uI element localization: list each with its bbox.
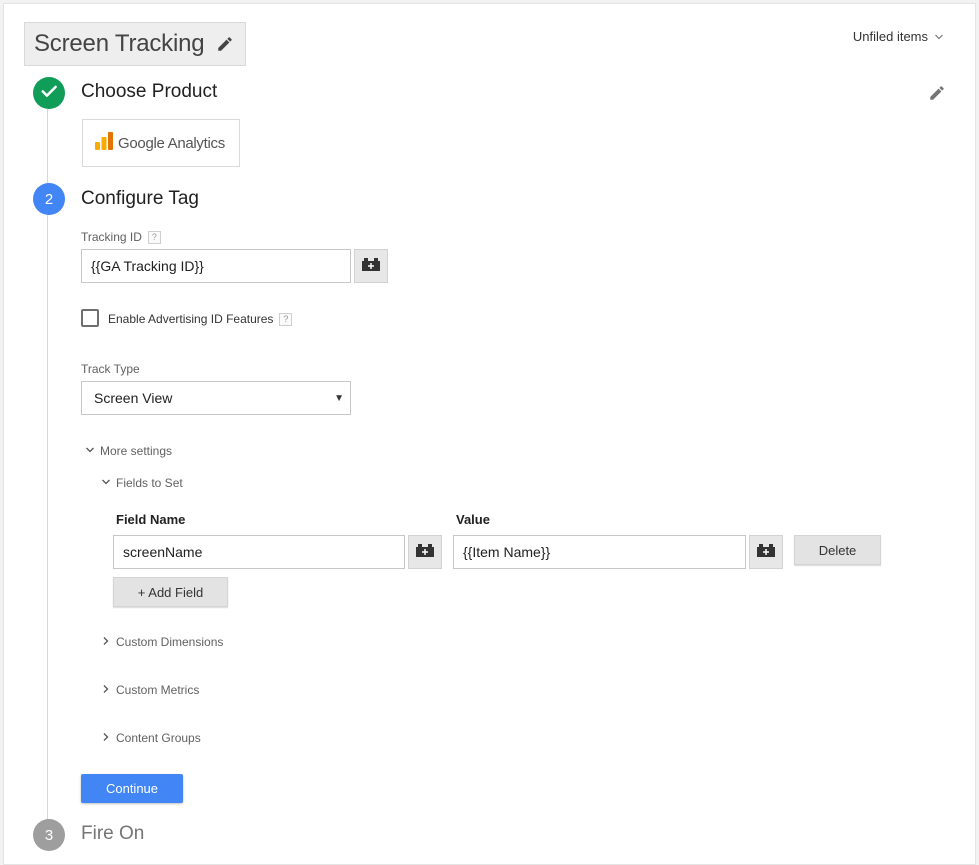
add-field-button[interactable]: + Add Field [113, 577, 228, 607]
custom-metrics-label: Custom Metrics [116, 683, 200, 697]
pencil-icon[interactable] [216, 35, 234, 53]
advertising-id-label-text: Enable Advertising ID Features [108, 312, 274, 326]
help-icon[interactable]: ? [147, 231, 161, 245]
step2-title: Configure Tag [81, 188, 199, 209]
tracking-id-label: Tracking ID? [81, 230, 161, 245]
step3-title: Fire On [81, 823, 145, 844]
continue-button[interactable]: Continue [81, 774, 183, 803]
content-groups-label: Content Groups [116, 731, 201, 745]
custom-metrics-toggle[interactable]: Custom Metrics [101, 683, 199, 697]
track-type-select[interactable]: Screen View ▼ [81, 381, 351, 415]
tracking-id-value: {{GA Tracking ID}} [91, 258, 204, 274]
variable-brick-icon [361, 257, 381, 276]
folder-selector[interactable]: Unfiled items [853, 29, 944, 44]
chevron-right-icon [101, 731, 111, 745]
chevron-right-icon [101, 635, 111, 649]
advertising-id-checkbox[interactable] [81, 309, 99, 327]
tag-editor-card: Screen Tracking Unfiled items Choose Pro… [3, 3, 976, 865]
chevron-down-icon [85, 444, 95, 458]
help-icon[interactable]: ? [279, 313, 293, 327]
field-value-text: {{Item Name}} [463, 544, 551, 560]
step2-number: 2 [44, 190, 54, 208]
more-settings-toggle[interactable]: More settings [85, 444, 172, 458]
field-value-input[interactable]: {{Item Name}} [453, 535, 746, 569]
product-tile-google-analytics[interactable]: Google Analytics [82, 119, 240, 167]
value-header: Value [456, 512, 490, 527]
variable-brick-icon [756, 543, 776, 562]
more-settings-label: More settings [100, 444, 173, 458]
chevron-right-icon [101, 683, 111, 697]
delete-field-button[interactable]: Delete [794, 535, 881, 565]
field-name-input[interactable]: screenName [113, 535, 405, 569]
check-icon [39, 81, 59, 105]
tag-name: Screen Tracking [34, 30, 205, 57]
fields-to-set-label: Fields to Set [116, 476, 183, 490]
variable-brick-icon [415, 543, 435, 562]
step1-complete-badge [33, 77, 65, 109]
track-type-label: Track Type [81, 362, 140, 376]
tracking-id-input[interactable]: {{GA Tracking ID}} [81, 249, 351, 283]
content-groups-toggle[interactable]: Content Groups [101, 731, 201, 745]
folder-label: Unfiled items [852, 29, 928, 44]
step3-number: 3 [44, 826, 54, 844]
product-name: Google Analytics [118, 134, 225, 152]
google-analytics-logo-icon [94, 131, 114, 156]
step3-badge: 3 [33, 819, 65, 851]
step1-title: Choose Product [81, 81, 218, 102]
tracking-id-variable-button[interactable] [354, 249, 388, 283]
tag-name-box[interactable]: Screen Tracking [24, 22, 246, 66]
chevron-down-icon [101, 476, 111, 490]
fields-to-set-toggle[interactable]: Fields to Set [101, 476, 183, 490]
field-value-variable-button[interactable] [749, 535, 783, 569]
custom-dimensions-toggle[interactable]: Custom Dimensions [101, 635, 223, 649]
pencil-icon[interactable] [928, 84, 946, 107]
tracking-id-label-text: Tracking ID [81, 230, 142, 244]
field-name-variable-button[interactable] [408, 535, 442, 569]
field-name-value: screenName [123, 544, 203, 560]
step2-badge: 2 [33, 183, 65, 215]
chevron-down-icon [934, 32, 944, 42]
advertising-id-label: Enable Advertising ID Features? [108, 312, 293, 327]
custom-dimensions-label: Custom Dimensions [116, 635, 224, 649]
field-name-header: Field Name [116, 512, 186, 527]
step-rail [47, 109, 48, 821]
track-type-value: Screen View [94, 390, 173, 406]
dropdown-triangle-icon: ▼ [334, 393, 344, 404]
